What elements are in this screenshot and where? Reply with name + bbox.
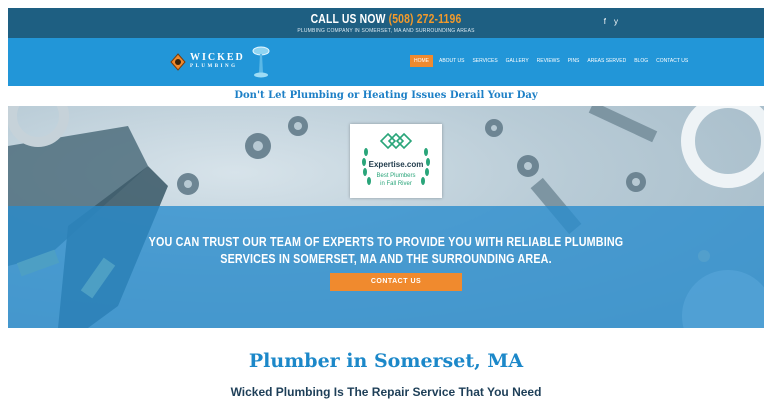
- badge-line-1: Best Plumbers: [376, 173, 416, 179]
- logo-icon: [170, 53, 186, 71]
- hero-banner: Expertise.com Best Plumbers in Fall Rive…: [8, 106, 764, 328]
- expertise-badge[interactable]: Expertise.com Best Plumbers in Fall Rive…: [350, 124, 442, 198]
- nav-reviews[interactable]: Reviews: [535, 55, 562, 67]
- logo-text: WICKED PLUMBING: [190, 53, 245, 71]
- nav-blog[interactable]: Blog: [632, 55, 650, 67]
- nav-about-us[interactable]: About Us: [437, 55, 466, 67]
- nav-gallery[interactable]: Gallery: [504, 55, 531, 67]
- nav-bar: WICKED PLUMBING Home About Us Services G…: [8, 38, 764, 86]
- tagline: PLUMBING COMPANY IN SOMERSET, MA AND SUR…: [297, 28, 475, 34]
- top-bar: CALL US NOW (508) 272-1196 PLUMBING COMP…: [8, 8, 764, 38]
- badge-brand: Expertise.com: [368, 160, 424, 169]
- phone-link[interactable]: (508) 272-1196: [389, 11, 462, 26]
- facebook-icon[interactable]: f: [604, 17, 606, 26]
- call-us-line: CALL US NOW (508) 272-1196: [84, 11, 689, 26]
- hero-headline: YOU CAN TRUST OUR TEAM OF EXPERTS TO PRO…: [147, 234, 625, 268]
- slogan: Don't Let Plumbing or Heating Issues Der…: [8, 86, 764, 106]
- nav-areas-served[interactable]: Areas Served: [585, 55, 628, 67]
- social-links: f y: [604, 17, 618, 26]
- faucet-logo-icon: [252, 46, 270, 78]
- page-subtitle: Wicked Plumbing Is The Repair Service Th…: [230, 385, 542, 399]
- logo-sub: PLUMBING: [190, 64, 238, 69]
- nav-pins[interactable]: Pins: [566, 55, 582, 67]
- badge-line-2: in Fall River: [380, 181, 412, 187]
- main-menu: Home About Us Services Gallery Reviews P…: [410, 55, 690, 67]
- nav-home[interactable]: Home: [410, 55, 433, 67]
- page-title: Plumber in Somerset, MA: [248, 350, 524, 372]
- logo[interactable]: WICKED PLUMBING: [170, 44, 271, 80]
- call-label: CALL US NOW: [310, 11, 386, 26]
- page: CALL US NOW (508) 272-1196 PLUMBING COMP…: [0, 0, 772, 400]
- contact-us-button[interactable]: CONTACT US: [330, 273, 462, 291]
- nav-contact-us[interactable]: Contact Us: [654, 55, 690, 67]
- twitter-icon[interactable]: y: [614, 17, 618, 26]
- nav-services[interactable]: Services: [470, 55, 499, 67]
- hero-line-1: YOU CAN TRUST OUR TEAM OF EXPERTS TO PRO…: [148, 235, 624, 249]
- hero-line-2: SERVICES IN SOMERSET, MA AND THE SURROUN…: [220, 252, 552, 266]
